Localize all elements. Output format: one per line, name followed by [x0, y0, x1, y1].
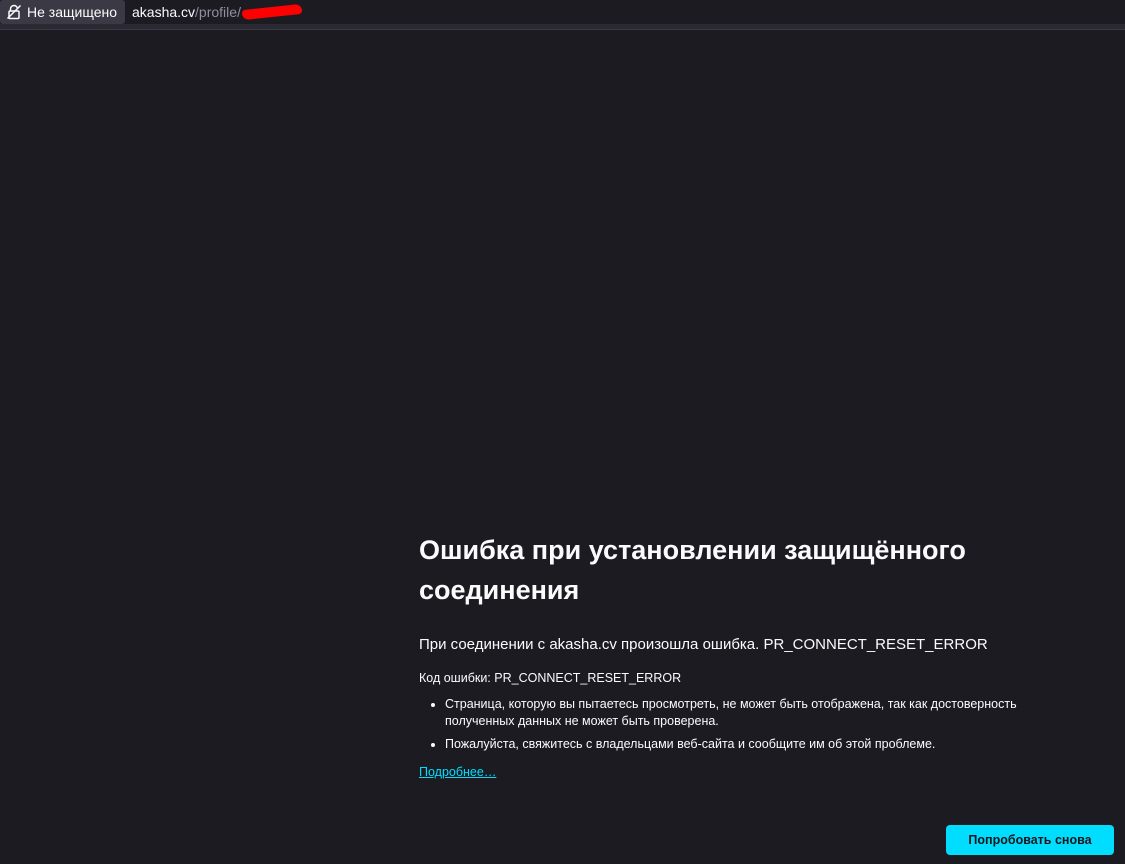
toolbar-divider	[0, 24, 1125, 30]
site-identity-button[interactable]: Не защищено	[0, 0, 125, 24]
url-path: /profile/	[195, 4, 241, 20]
page-title: Ошибка при установлении защищённого соед…	[419, 535, 966, 605]
error-content: Ошибка при установлении защищённого соед…	[419, 530, 1079, 781]
error-code: Код ошибки: PR_CONNECT_RESET_ERROR	[419, 668, 1079, 688]
url-bar[interactable]: Не защищено akasha.cv/profile/	[0, 0, 1125, 24]
error-code-label: Код ошибки:	[419, 671, 491, 685]
insecure-lock-icon	[6, 4, 22, 20]
url-text[interactable]: akasha.cv/profile/	[132, 3, 303, 21]
error-description: При соединении с akasha.cv произошла оши…	[419, 636, 988, 653]
redaction-mark	[241, 3, 303, 21]
learn-more-link[interactable]: Подробнее…	[419, 765, 496, 779]
error-code-value: PR_CONNECT_RESET_ERROR	[494, 671, 682, 685]
try-again-button[interactable]: Попробовать снова	[946, 825, 1114, 855]
url-host: akasha.cv	[132, 4, 196, 20]
not-secure-label: Не защищено	[27, 4, 117, 20]
list-item: Пожалуйста, свяжитесь с владельцами веб-…	[445, 736, 1079, 753]
error-details-list: Страница, которую вы пытаетесь просмотре…	[419, 696, 1079, 753]
list-item: Страница, которую вы пытаетесь просмотре…	[445, 696, 1079, 730]
